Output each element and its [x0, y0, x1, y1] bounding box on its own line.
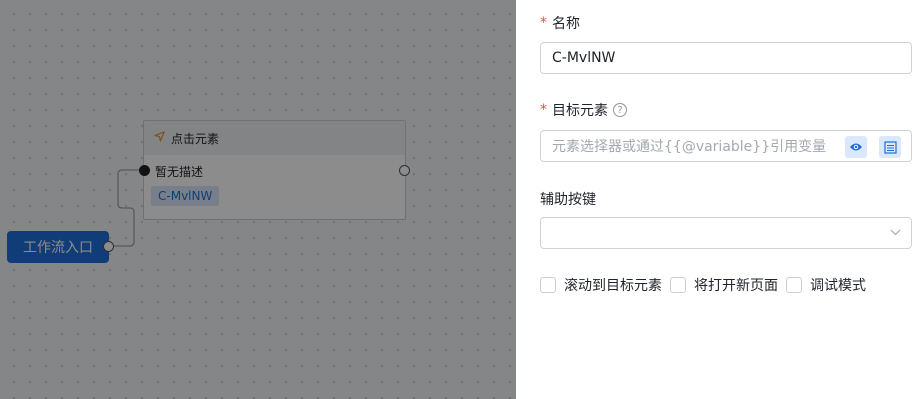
click-element-node[interactable]: 点击元素 暂无描述 C-MvlNW — [143, 120, 406, 220]
workflow-canvas[interactable]: 工作流入口 点击元素 暂无描述 C-MvlNW — [0, 0, 516, 399]
node-input-port[interactable] — [139, 165, 150, 176]
target-placeholder: 元素选择器或通过{{@variable}}引用变量 — [552, 139, 827, 155]
opens-new-page-checkbox[interactable]: 将打开新页面 — [670, 275, 778, 295]
eye-icon[interactable] — [845, 136, 867, 158]
send-icon — [154, 131, 165, 145]
chevron-down-icon — [890, 225, 901, 239]
name-field-label: * 名称 — [540, 15, 580, 32]
options-checkbox-group: 滚动到目标元素 将打开新页面 调试模式 — [540, 275, 874, 295]
name-input[interactable]: C-MvlNW — [540, 42, 912, 74]
entry-node-label: 工作流入口 — [23, 240, 93, 256]
checkbox-box[interactable] — [786, 277, 802, 293]
target-field-label: * 目标元素 ? — [540, 100, 627, 120]
node-description: 暂无描述 — [155, 165, 204, 179]
node-header: 点击元素 — [144, 121, 405, 155]
modifier-key-select[interactable] — [540, 217, 912, 249]
node-tag: C-MvlNW — [151, 186, 220, 206]
element-picker-icon[interactable] — [879, 136, 901, 158]
node-output-port[interactable] — [399, 165, 410, 176]
target-selector-input[interactable]: 元素选择器或通过{{@variable}}引用变量 — [540, 130, 912, 162]
checkbox-box[interactable] — [540, 277, 556, 293]
modifier-field-label: 辅助按键 — [540, 192, 596, 208]
scroll-to-target-checkbox[interactable]: 滚动到目标元素 — [540, 275, 662, 295]
connection-edge — [109, 169, 145, 247]
debug-mode-checkbox[interactable]: 调试模式 — [786, 275, 866, 295]
entry-output-port[interactable] — [103, 241, 114, 252]
workflow-entry-node[interactable]: 工作流入口 — [7, 231, 109, 263]
question-circle-icon[interactable]: ? — [613, 103, 627, 117]
checkbox-box[interactable] — [670, 277, 686, 293]
node-config-panel: * 名称 C-MvlNW * 目标元素 ? 元素选择器或通过{{@variabl… — [516, 0, 922, 399]
node-title: 点击元素 — [171, 131, 220, 146]
